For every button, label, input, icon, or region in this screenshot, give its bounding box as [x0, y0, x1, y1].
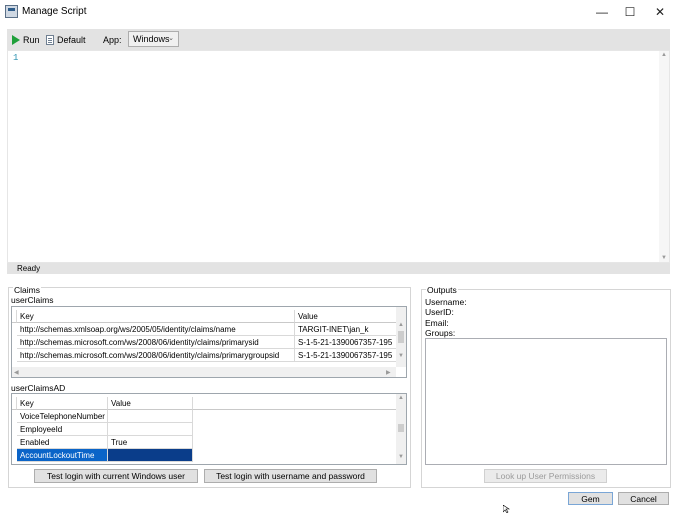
status-bar: Ready	[7, 263, 670, 274]
scroll-thumb[interactable]	[398, 331, 404, 343]
grid-header: Key Value	[12, 397, 396, 410]
ad-value[interactable]	[108, 423, 193, 436]
test-userpass-login-button[interactable]: Test login with username and password	[204, 469, 377, 483]
ad-key: EmployeeId	[17, 423, 108, 436]
claim-key: http://schemas.xmlsoap.org/ws/2005/05/id…	[17, 323, 295, 336]
default-label: Default	[57, 34, 86, 45]
save-button[interactable]: Gem	[568, 492, 613, 505]
table-row[interactable]: http://schemas.microsoft.com/ws/2008/06/…	[12, 336, 398, 349]
table-row-selected[interactable]: AccountLockoutTime	[12, 449, 193, 462]
minimize-button[interactable]: —	[587, 0, 617, 24]
claim-key: http://schemas.microsoft.com/ws/2008/06/…	[17, 349, 295, 362]
ad-key: Enabled	[17, 436, 108, 449]
editor-scrollbar[interactable]: ▲ ▼	[659, 51, 669, 262]
app-label: App:	[103, 34, 122, 45]
userid-label: UserID:	[425, 307, 454, 317]
column-header-value[interactable]: Value	[295, 310, 398, 323]
column-header-key[interactable]: Key	[17, 310, 295, 323]
outputs-group-label: Outputs	[426, 285, 458, 295]
test-windows-login-button[interactable]: Test login with current Windows user	[34, 469, 198, 483]
scroll-thumb[interactable]	[398, 424, 404, 432]
vertical-scrollbar[interactable]: ▲ ▼	[396, 307, 406, 367]
groups-list[interactable]	[425, 338, 667, 465]
run-label: Run	[23, 34, 40, 45]
username-label: Username:	[425, 297, 467, 307]
column-header-key[interactable]: Key	[17, 397, 108, 410]
claims-group-label: Claims	[13, 285, 41, 295]
script-window-icon	[5, 5, 18, 18]
document-icon	[46, 34, 54, 45]
ad-value[interactable]: True	[108, 436, 193, 449]
chevron-down-icon: ⌄	[168, 35, 174, 42]
table-row[interactable]: EmployeeId	[12, 423, 396, 436]
app-dropdown[interactable]: Windows ⌄	[128, 31, 179, 47]
ad-value[interactable]	[108, 410, 193, 423]
window-title: Manage Script	[22, 6, 87, 17]
scroll-down-icon[interactable]: ▼	[398, 353, 404, 359]
scroll-down-icon[interactable]: ▼	[661, 255, 667, 261]
table-row[interactable]: VoiceTelephoneNumber	[12, 410, 396, 423]
script-editor[interactable]: 1 ▲ ▼	[7, 50, 670, 263]
grid-header: Key Value	[12, 310, 398, 323]
line-number: 1	[13, 53, 19, 63]
claim-value: TARGIT-INET\jan_k	[295, 323, 398, 336]
ad-key: VoiceTelephoneNumber	[17, 410, 108, 423]
userclaims-label: userClaims	[11, 295, 54, 305]
toolbar: Run Default App: Windows ⌄	[7, 29, 670, 50]
claim-value: S-1-5-21-1390067357-195	[295, 349, 398, 362]
userclaimsad-grid[interactable]: Key Value VoiceTelephoneNumber EmployeeI…	[11, 393, 407, 465]
default-button[interactable]: Default	[46, 32, 86, 47]
email-label: Email:	[425, 318, 449, 328]
column-header-value[interactable]: Value	[108, 397, 193, 410]
scroll-up-icon[interactable]: ▲	[398, 322, 404, 328]
maximize-button[interactable]: ☐	[615, 0, 645, 24]
run-button[interactable]: Run	[12, 32, 40, 47]
table-row[interactable]: Enabled True	[12, 436, 396, 449]
app-dropdown-value: Windows	[133, 34, 170, 44]
scroll-up-icon[interactable]: ▲	[398, 395, 404, 401]
scroll-down-icon[interactable]: ▼	[398, 454, 404, 460]
scroll-up-icon[interactable]: ▲	[661, 52, 667, 58]
lookup-permissions-button[interactable]: Look up User Permissions	[484, 469, 607, 483]
ad-value[interactable]	[108, 449, 193, 462]
cancel-button[interactable]: Cancel	[618, 492, 669, 505]
table-row[interactable]: http://schemas.microsoft.com/ws/2008/06/…	[12, 349, 398, 362]
userclaims-grid[interactable]: Key Value http://schemas.xmlsoap.org/ws/…	[11, 306, 407, 378]
userclaimsad-label: userClaimsAD	[11, 383, 66, 393]
play-icon	[12, 34, 20, 45]
title-bar: Manage Script — ☐ ✕	[0, 0, 678, 24]
claim-value: S-1-5-21-1390067357-195	[295, 336, 398, 349]
close-button[interactable]: ✕	[645, 0, 675, 24]
scroll-right-icon[interactable]: ▶	[386, 369, 391, 376]
mouse-cursor-icon	[503, 505, 510, 513]
ad-key: AccountLockoutTime	[17, 449, 108, 462]
scroll-left-icon[interactable]: ◀	[14, 369, 19, 376]
groups-label: Groups:	[425, 328, 456, 338]
vertical-scrollbar[interactable]: ▲ ▼	[396, 394, 406, 464]
horizontal-scrollbar[interactable]: ◀ ▶	[12, 367, 396, 377]
claim-key: http://schemas.microsoft.com/ws/2008/06/…	[17, 336, 295, 349]
table-row[interactable]: http://schemas.xmlsoap.org/ws/2005/05/id…	[12, 323, 398, 336]
